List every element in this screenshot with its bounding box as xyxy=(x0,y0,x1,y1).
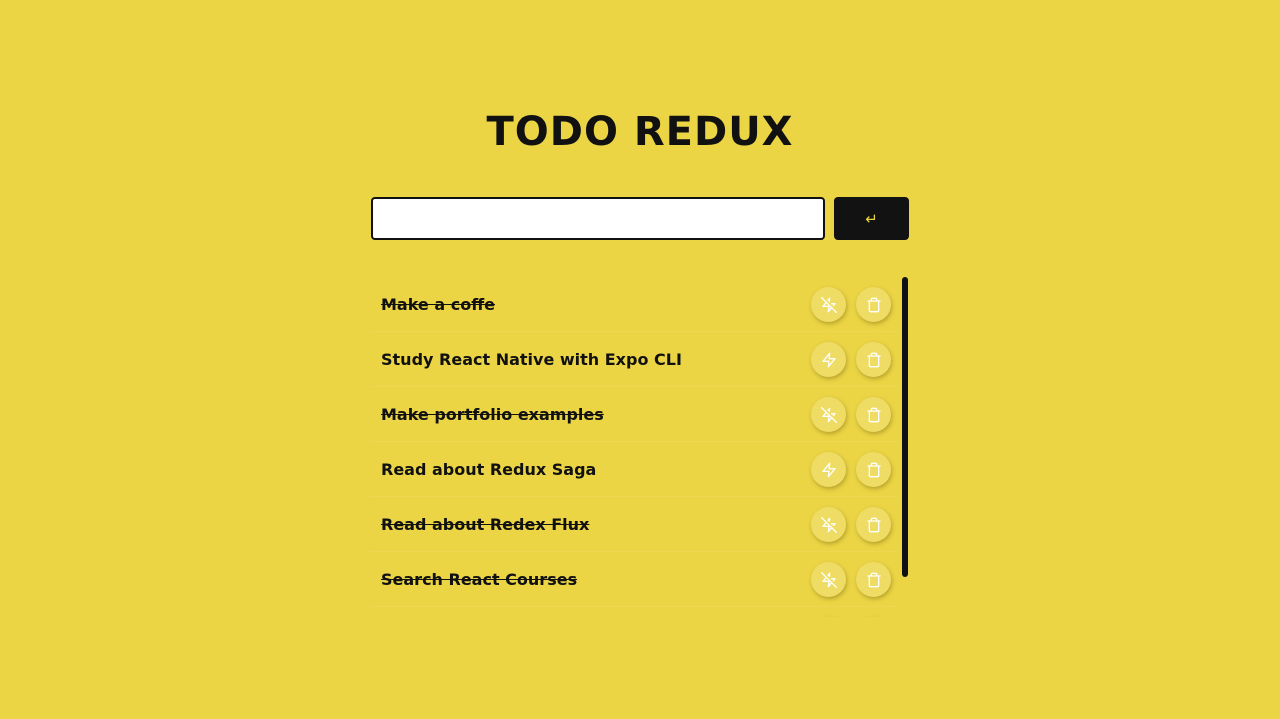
todo-text: Make a coffe xyxy=(381,295,496,314)
todo-item: Make portfolio examples xyxy=(371,387,899,442)
todo-app: TODO REDUX ↵ Make a coffe Study React Na… xyxy=(0,0,1280,719)
todo-item xyxy=(371,607,899,617)
delete-todo-button[interactable] xyxy=(856,452,891,487)
todo-item: Read about Redux Saga xyxy=(371,442,899,497)
scrollbar-thumb[interactable] xyxy=(902,277,908,577)
toggle-complete-button[interactable] xyxy=(811,562,846,597)
zap-icon xyxy=(821,352,837,368)
todo-item: Read about Redex Flux xyxy=(371,497,899,552)
delete-todo-button[interactable] xyxy=(856,287,891,322)
zap-off-icon xyxy=(820,516,837,533)
todo-item: Make a coffe xyxy=(371,277,899,332)
toggle-complete-button[interactable] xyxy=(811,397,846,432)
delete-todo-button[interactable] xyxy=(856,562,891,597)
toggle-complete-button[interactable] xyxy=(811,452,846,487)
toggle-complete-button[interactable] xyxy=(811,287,846,322)
toggle-complete-button[interactable] xyxy=(811,342,846,377)
add-todo-button[interactable]: ↵ xyxy=(834,197,909,240)
todo-text: Read about Redex Flux xyxy=(381,515,590,534)
todo-item: Search React Courses xyxy=(371,552,899,607)
todo-list-container[interactable]: Make a coffe Study React Native with Exp… xyxy=(371,277,909,617)
scrollbar[interactable] xyxy=(901,277,909,617)
todo-item: Study React Native with Expo CLI xyxy=(371,332,899,387)
todo-text: Search React Courses xyxy=(381,570,578,589)
toggle-complete-button[interactable] xyxy=(811,507,846,542)
trash-icon xyxy=(866,517,882,533)
trash-icon xyxy=(866,297,882,313)
zap-off-icon xyxy=(820,406,837,423)
trash-icon xyxy=(866,572,882,588)
todo-text: Study React Native with Expo CLI xyxy=(381,350,682,369)
trash-icon xyxy=(866,407,882,423)
todo-text: Make portfolio examples xyxy=(381,405,604,424)
page-title: TODO REDUX xyxy=(486,109,794,155)
delete-todo-button[interactable] xyxy=(856,507,891,542)
todo-input[interactable] xyxy=(371,197,825,240)
todo-list: Make a coffe Study React Native with Exp… xyxy=(371,277,899,617)
delete-todo-button[interactable] xyxy=(856,397,891,432)
zap-off-icon xyxy=(820,571,837,588)
zap-off-icon xyxy=(820,296,837,313)
zap-icon xyxy=(821,462,837,478)
trash-icon xyxy=(866,352,882,368)
add-todo-form: ↵ xyxy=(371,197,909,240)
todo-text: Read about Redux Saga xyxy=(381,460,597,479)
trash-icon xyxy=(866,462,882,478)
delete-todo-button[interactable] xyxy=(856,342,891,377)
